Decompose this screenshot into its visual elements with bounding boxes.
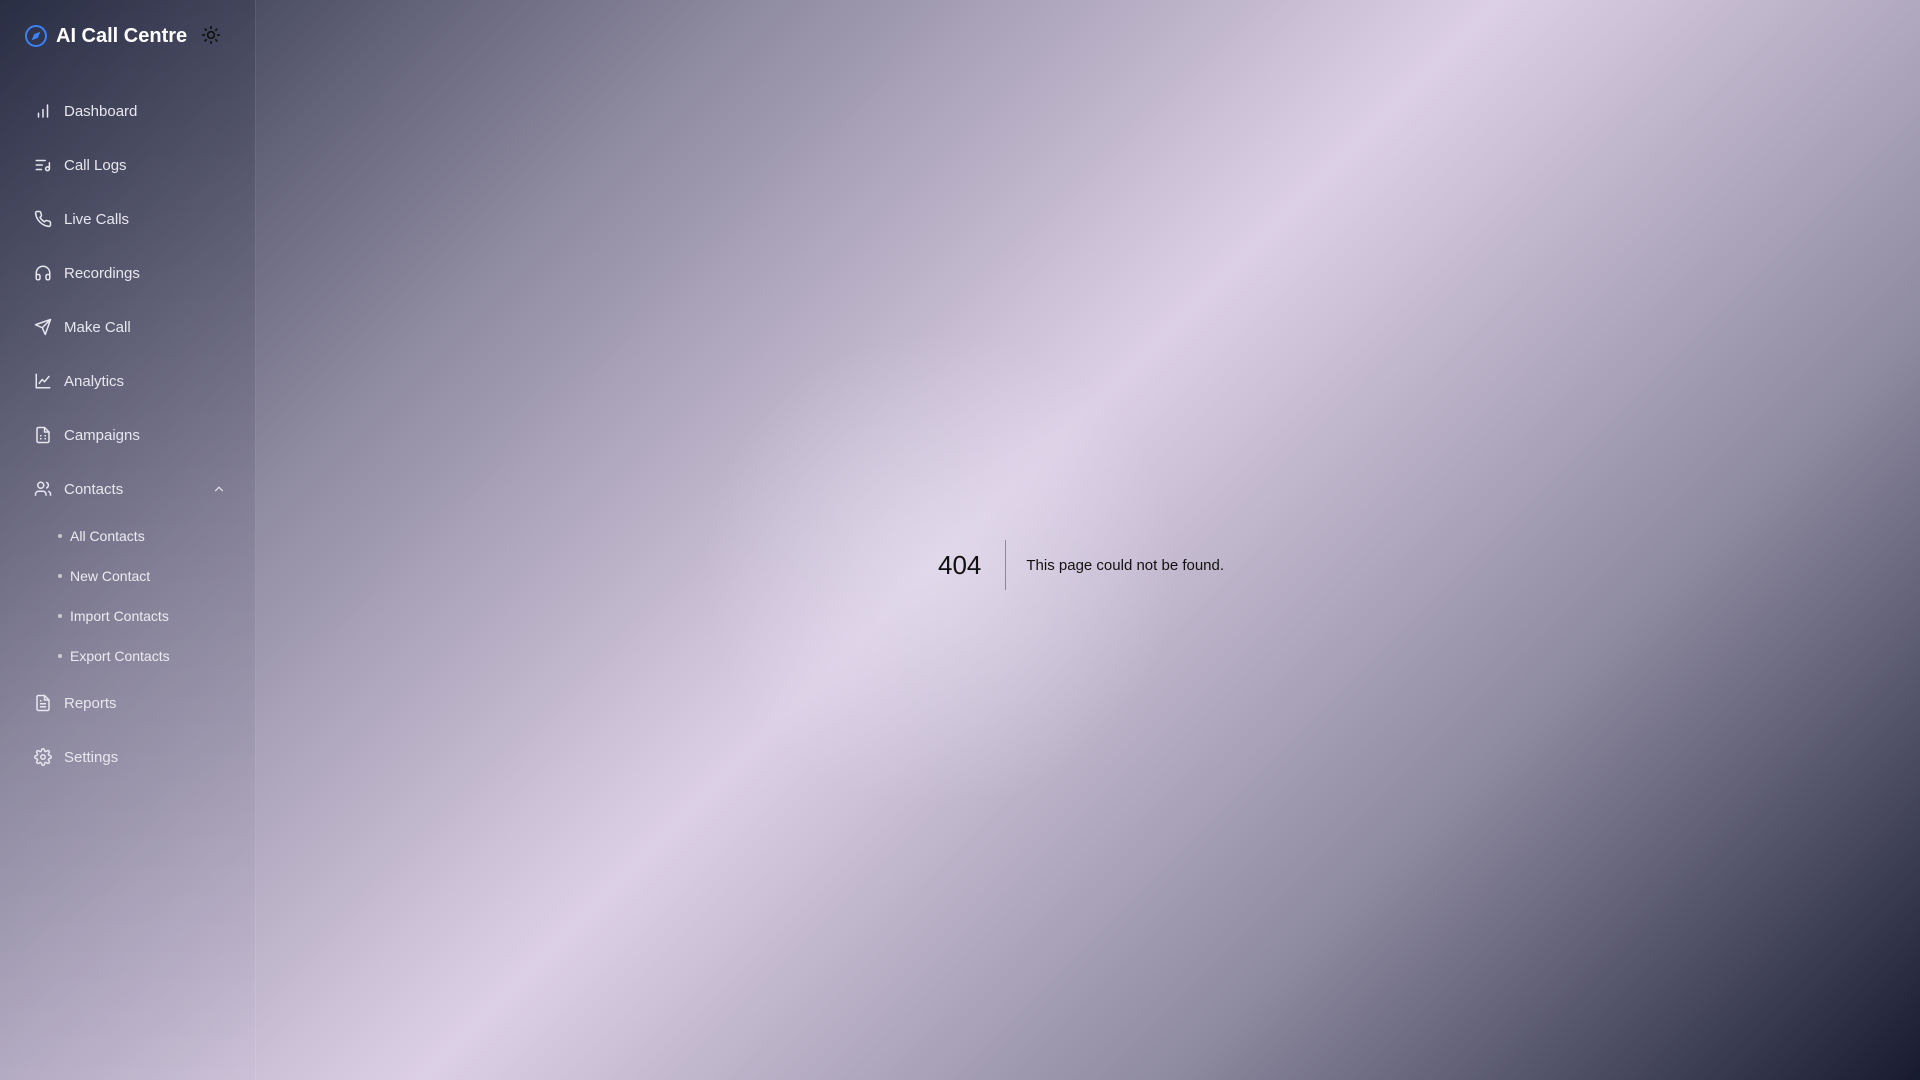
list-music-icon — [32, 154, 54, 176]
sidebar-nav: Dashboard Call Logs Live Calls Recording… — [16, 84, 240, 784]
sidebar-item-dashboard[interactable]: Dashboard — [16, 84, 240, 138]
sidebar: AI Call Centre Dashboard Call Logs Live … — [0, 0, 256, 1080]
submenu-item-new-contact[interactable]: New Contact — [58, 556, 240, 596]
submenu-item-label: All Contacts — [70, 528, 145, 544]
users-icon — [32, 478, 54, 500]
brand[interactable]: AI Call Centre — [24, 20, 187, 52]
sidebar-item-label: Live Calls — [64, 210, 130, 228]
sidebar-item-reports[interactable]: Reports — [16, 676, 240, 730]
chevron-up-icon[interactable] — [212, 482, 226, 496]
sidebar-item-make-call[interactable]: Make Call — [16, 300, 240, 354]
gear-icon — [32, 746, 54, 768]
sidebar-item-label: Make Call — [64, 318, 131, 336]
sidebar-item-label: Dashboard — [64, 102, 138, 120]
bar-chart-icon — [32, 100, 54, 122]
submenu-item-label: Import Contacts — [70, 608, 169, 624]
compass-icon — [24, 24, 48, 48]
bullet-icon — [58, 654, 62, 658]
sidebar-item-label: Contacts — [64, 480, 124, 498]
sidebar-item-campaigns[interactable]: Campaigns — [16, 408, 240, 462]
bullet-icon — [58, 574, 62, 578]
error-code: 404 — [938, 540, 1007, 590]
contacts-submenu: All Contacts New Contact Import Contacts… — [16, 516, 240, 676]
headphones-icon — [32, 262, 54, 284]
file-text-icon — [32, 692, 54, 714]
submenu-item-label: New Contact — [70, 568, 151, 584]
error-message: This page could not be found. — [1026, 556, 1225, 574]
sidebar-item-contacts[interactable]: Contacts — [16, 462, 240, 516]
theme-toggle-button[interactable] — [198, 24, 224, 50]
sidebar-item-analytics[interactable]: Analytics — [16, 354, 240, 408]
submenu-item-import-contacts[interactable]: Import Contacts — [58, 596, 240, 636]
sidebar-item-settings[interactable]: Settings — [16, 730, 240, 784]
sun-icon — [201, 25, 221, 50]
sidebar-item-label: Recordings — [64, 264, 140, 282]
not-found-message: 404 This page could not be found. — [938, 540, 1224, 590]
sidebar-item-label: Settings — [64, 748, 119, 766]
send-icon — [32, 316, 54, 338]
file-spreadsheet-icon — [32, 424, 54, 446]
line-chart-icon — [32, 370, 54, 392]
sidebar-item-recordings[interactable]: Recordings — [16, 246, 240, 300]
submenu-item-all-contacts[interactable]: All Contacts — [58, 516, 240, 556]
phone-icon — [32, 208, 54, 230]
sidebar-item-label: Reports — [64, 694, 117, 712]
submenu-item-label: Export Contacts — [70, 648, 170, 664]
sidebar-item-label: Call Logs — [64, 156, 127, 174]
sidebar-item-label: Campaigns — [64, 426, 140, 444]
sidebar-item-live-calls[interactable]: Live Calls — [16, 192, 240, 246]
app-title: AI Call Centre — [56, 24, 188, 47]
sidebar-item-call-logs[interactable]: Call Logs — [16, 138, 240, 192]
sidebar-item-label: Analytics — [64, 372, 125, 390]
bullet-icon — [58, 534, 62, 538]
bullet-icon — [58, 614, 62, 618]
submenu-item-export-contacts[interactable]: Export Contacts — [58, 636, 240, 676]
